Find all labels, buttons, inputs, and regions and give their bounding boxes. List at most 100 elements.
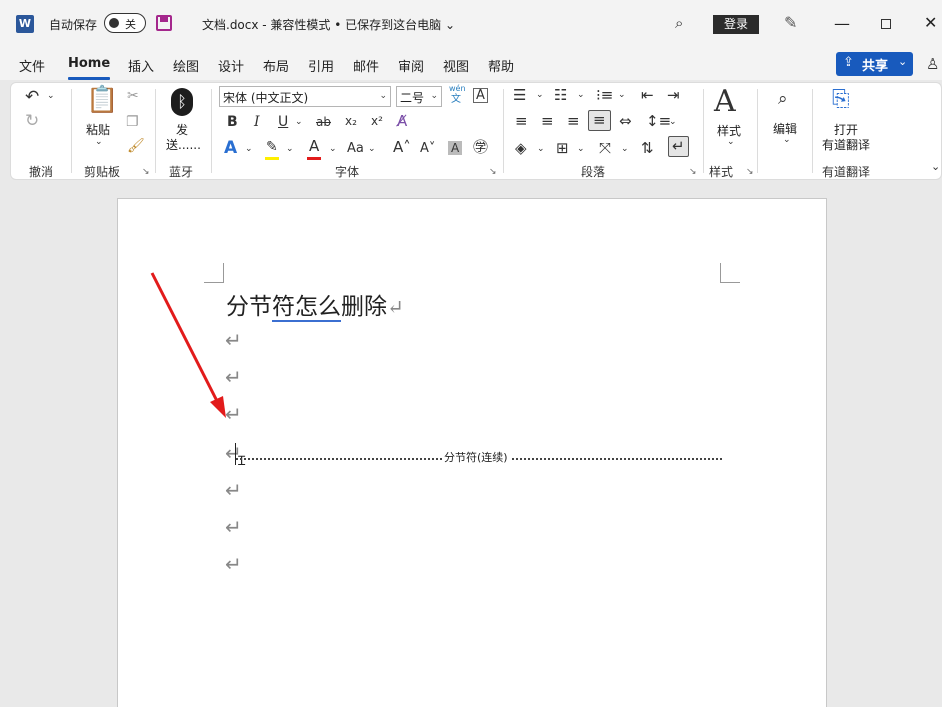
multilevel-list-icon[interactable]: ⁝≡ bbox=[596, 88, 613, 103]
dialog-launcher-icon[interactable]: ↘ bbox=[142, 167, 150, 177]
chevron-down-icon[interactable]: ⌄ bbox=[95, 138, 103, 147]
chevron-down-icon[interactable]: ⌄ bbox=[295, 118, 303, 127]
tab-view[interactable]: 视图 bbox=[443, 56, 469, 75]
shading-icon[interactable]: ◈ bbox=[515, 141, 527, 156]
tab-design[interactable]: 设计 bbox=[218, 56, 244, 75]
tab-mailings[interactable]: 邮件 bbox=[353, 56, 379, 75]
chevron-down-icon[interactable]: ⌄ bbox=[329, 145, 337, 154]
paragraph-mark[interactable]: ↵ bbox=[225, 328, 242, 352]
chevron-down-icon[interactable]: ⌄ bbox=[618, 91, 626, 100]
save-icon[interactable] bbox=[156, 15, 172, 31]
chevron-down-icon[interactable]: ⌄ bbox=[577, 91, 585, 100]
character-border-icon[interactable]: A bbox=[473, 88, 488, 103]
borders-icon[interactable]: ⊞ bbox=[556, 141, 569, 156]
enclose-characters-icon[interactable]: ㊫ bbox=[473, 140, 488, 155]
chevron-down-icon[interactable]: ⌄ bbox=[286, 145, 294, 154]
autosave-toggle[interactable]: 关 bbox=[104, 13, 146, 33]
chevron-down-icon[interactable]: ⌄ bbox=[368, 145, 376, 154]
share-button[interactable]: ⇪ 共享 ⌄ bbox=[836, 52, 913, 76]
close-button[interactable]: ✕ bbox=[924, 13, 937, 32]
increase-indent-icon[interactable]: ⇥ bbox=[667, 88, 680, 103]
character-shading-icon[interactable]: A bbox=[448, 141, 463, 155]
document-page[interactable]: 分节符怎么删除↵ ↵ ↵ ↵ ↵ ↵ ↵ ↵ Ɪ 分节符(连续) bbox=[117, 198, 827, 707]
shrink-font-icon[interactable]: A˅ bbox=[420, 142, 435, 155]
superscript-button[interactable]: x² bbox=[371, 115, 383, 127]
chevron-down-icon[interactable]: ⌄ bbox=[536, 91, 544, 100]
font-size-value: 二号 bbox=[400, 91, 425, 105]
highlight-icon[interactable]: ✎ bbox=[266, 140, 278, 154]
paste-button-label[interactable]: 粘贴 bbox=[86, 121, 110, 138]
clipboard-icon[interactable]: 📋 bbox=[86, 87, 118, 113]
login-button[interactable]: 登录 bbox=[713, 15, 759, 34]
underline-button[interactable]: U bbox=[278, 115, 288, 129]
paragraph-mark[interactable]: ↵ bbox=[225, 552, 242, 576]
bluetooth-icon[interactable]: ᛒ bbox=[171, 88, 193, 116]
dialog-launcher-icon[interactable]: ↘ bbox=[489, 167, 497, 177]
justify-icon[interactable]: ≡ bbox=[588, 110, 611, 131]
decrease-indent-icon[interactable]: ⇤ bbox=[641, 88, 654, 103]
youdao-button-label[interactable]: 有道翻译 bbox=[822, 136, 870, 153]
undo-icon[interactable]: ↶ bbox=[25, 89, 39, 106]
search-icon[interactable]: ⌕ bbox=[778, 91, 788, 108]
tab-help[interactable]: 帮助 bbox=[488, 56, 514, 75]
font-color-icon[interactable]: A bbox=[309, 139, 319, 154]
chevron-down-icon[interactable]: ⌄ bbox=[47, 92, 55, 101]
tab-draw[interactable]: 绘图 bbox=[173, 56, 199, 75]
sort-icon[interactable]: ⇅ bbox=[641, 141, 654, 156]
chevron-down-icon[interactable]: ⌄ bbox=[577, 145, 585, 154]
styles-icon[interactable]: A bbox=[714, 87, 736, 117]
grow-font-icon[interactable]: A˄ bbox=[393, 140, 411, 155]
tab-insert[interactable]: 插入 bbox=[128, 56, 154, 75]
show-paragraph-marks-icon[interactable]: ↵ bbox=[668, 136, 689, 157]
italic-button[interactable]: I bbox=[254, 115, 260, 129]
dialog-launcher-icon[interactable]: ↘ bbox=[746, 167, 754, 177]
chevron-down-icon[interactable]: ⌄ bbox=[898, 55, 907, 68]
tab-file[interactable]: 文件 bbox=[19, 56, 45, 75]
tab-home[interactable]: Home bbox=[68, 56, 110, 71]
chevron-down-icon[interactable]: ⌄ bbox=[245, 145, 253, 154]
clear-formatting-icon[interactable]: A̸ bbox=[397, 114, 407, 129]
line-spacing-icon[interactable]: ↕≡ bbox=[646, 114, 671, 129]
tab-layout[interactable]: 布局 bbox=[263, 56, 289, 75]
person-icon[interactable]: ♙ bbox=[926, 55, 939, 73]
chevron-down-icon[interactable]: ⌄ bbox=[537, 145, 545, 154]
font-name-select[interactable]: 宋体 (中文正文) ⌄ bbox=[219, 86, 391, 107]
document-heading[interactable]: 分节符怎么删除↵ bbox=[226, 287, 404, 322]
strikethrough-button[interactable]: ab bbox=[316, 116, 331, 128]
chevron-down-icon[interactable]: ⌄ bbox=[621, 145, 629, 154]
dialog-launcher-icon[interactable]: ↘ bbox=[689, 167, 697, 177]
text-effects-icon[interactable]: A bbox=[224, 140, 237, 157]
bullets-icon[interactable]: ☰ bbox=[513, 88, 526, 103]
paragraph-mark[interactable]: ↵ bbox=[225, 478, 242, 502]
paragraph-mark[interactable]: ↵ bbox=[225, 365, 242, 389]
chevron-down-icon[interactable]: ⌄ bbox=[669, 118, 677, 127]
chevron-down-icon[interactable]: ⌄ bbox=[783, 136, 791, 145]
minimize-button[interactable]: — bbox=[834, 14, 850, 33]
tab-review[interactable]: 审阅 bbox=[398, 56, 424, 75]
tab-references[interactable]: 引用 bbox=[308, 56, 334, 75]
distributed-icon[interactable]: ⇔ bbox=[619, 114, 632, 129]
paragraph-mark[interactable]: ↵ bbox=[225, 402, 242, 426]
section-break-label[interactable]: 分节符(连续) bbox=[442, 449, 510, 465]
designer-pen-icon[interactable]: ✎ bbox=[784, 13, 797, 32]
maximize-button[interactable] bbox=[881, 19, 891, 29]
phonetic-guide-pinyin[interactable]: wén bbox=[449, 85, 466, 93]
chinese-layout-icon[interactable]: ⤧ bbox=[599, 141, 611, 156]
phonetic-guide-icon[interactable]: 文 bbox=[451, 95, 461, 105]
change-case-button[interactable]: Aa bbox=[347, 142, 364, 155]
bold-button[interactable]: B bbox=[227, 115, 238, 129]
youdao-translate-icon[interactable]: ⎘ bbox=[832, 89, 850, 111]
paragraph-mark[interactable]: ↵ bbox=[225, 515, 242, 539]
align-right-icon[interactable]: ≡ bbox=[567, 114, 580, 129]
align-center-icon[interactable]: ≡ bbox=[541, 114, 554, 129]
bluetooth-send-label-2[interactable]: 送...... bbox=[166, 136, 201, 153]
document-title[interactable]: 文档.docx - 兼容性模式 • 已保存到这台电脑 ⌄ bbox=[202, 16, 455, 33]
search-icon[interactable]: ⌕ bbox=[675, 14, 683, 32]
format-painter-icon[interactable]: 🖌 bbox=[127, 139, 145, 153]
align-left-icon[interactable]: ≡ bbox=[515, 114, 528, 129]
numbering-icon[interactable]: ☷ bbox=[554, 88, 567, 103]
font-size-select[interactable]: 二号 ⌄ bbox=[396, 86, 442, 107]
subscript-button[interactable]: x₂ bbox=[345, 115, 357, 127]
chevron-down-icon[interactable]: ⌄ bbox=[931, 161, 940, 172]
chevron-down-icon[interactable]: ⌄ bbox=[727, 138, 735, 147]
